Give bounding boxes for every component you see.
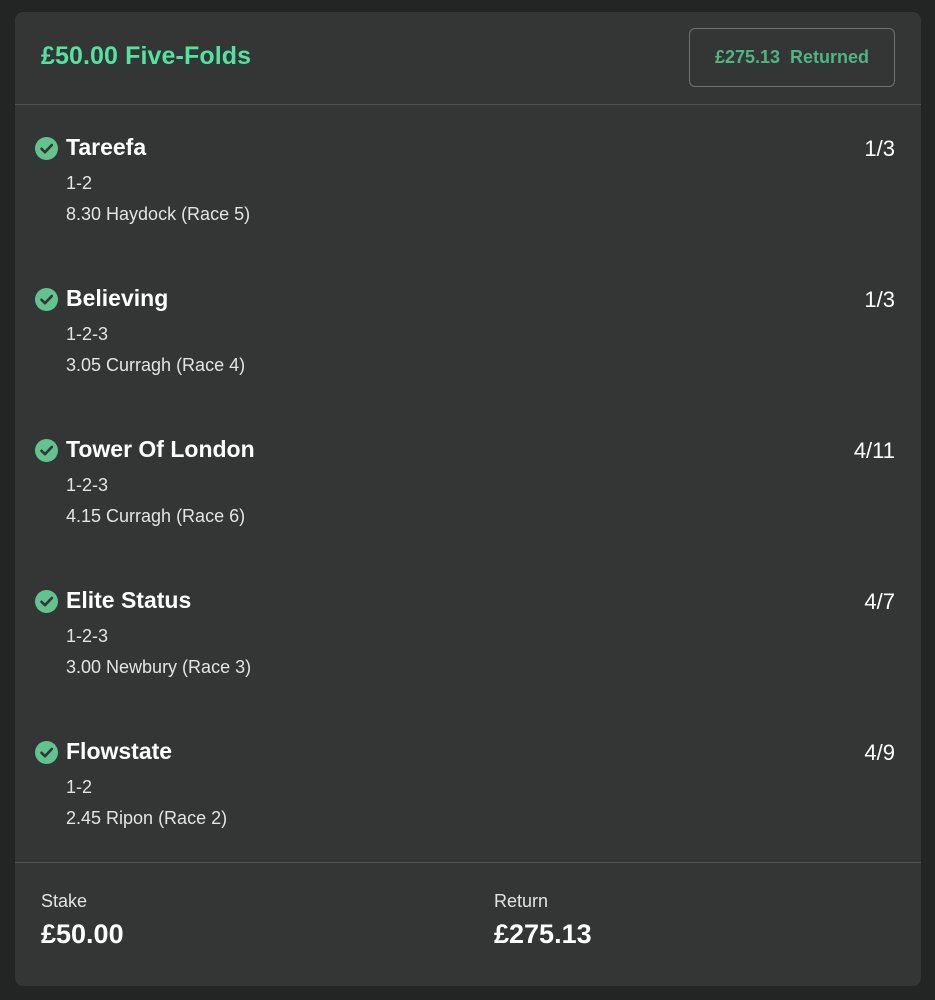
bet-footer: Stake £50.00 Return £275.13 [15, 862, 921, 987]
check-circle-icon [35, 137, 58, 160]
check-circle-icon [35, 590, 58, 613]
selection-row: Elite Status 4/7 1-2-3 3.00 Newbury (Rac… [15, 558, 921, 709]
selection-event: 8.30 Haydock (Race 5) [66, 204, 251, 224]
selection-market: 1-2-3 [66, 626, 109, 646]
returned-amount: £275.13 [714, 47, 781, 67]
stake-summary: Stake £50.00 [41, 891, 124, 950]
selection-odds: 1/3 [864, 287, 895, 312]
selection-row: Tareefa 1/3 1-2 8.30 Haydock (Race 5) [15, 105, 921, 256]
bet-header: £50.00 Five-Folds £275.13 Returned [15, 12, 921, 105]
check-circle-icon [35, 439, 58, 462]
selection-market: 1-2 [66, 777, 93, 797]
selection-odds: 1/3 [864, 136, 895, 161]
selection-market: 1-2 [66, 173, 93, 193]
selection-name: Elite Status [66, 587, 192, 613]
selection-name: Tower Of London [66, 436, 255, 462]
selection-odds: 4/9 [864, 740, 895, 765]
selection-event: 3.05 Curragh (Race 4) [66, 355, 246, 375]
selection-row: Tower Of London 4/11 1-2-3 4.15 Curragh … [15, 407, 921, 558]
returned-label: Returned [790, 47, 870, 67]
selections-list: Tareefa 1/3 1-2 8.30 Haydock (Race 5) Be… [15, 105, 921, 860]
selection-event: 3.00 Newbury (Race 3) [66, 657, 252, 677]
stake-value: £50.00 [41, 919, 124, 949]
selection-name: Tareefa [66, 134, 147, 160]
selection-odds: 4/11 [853, 438, 895, 463]
selection-name: Believing [66, 285, 169, 311]
return-summary: Return £275.13 [494, 891, 592, 950]
selection-name: Flowstate [66, 738, 173, 764]
returned-badge: £275.13 Returned [689, 28, 895, 87]
selection-row: Believing 1/3 1-2-3 3.05 Curragh (Race 4… [15, 256, 921, 407]
check-circle-icon [35, 741, 58, 764]
return-label: Return [494, 891, 549, 911]
return-value: £275.13 [494, 919, 592, 949]
bet-card: £50.00 Five-Folds £275.13 Returned Taree… [15, 12, 921, 986]
selection-event: 4.15 Curragh (Race 6) [66, 506, 246, 526]
selection-odds: 4/7 [864, 589, 895, 614]
selection-market: 1-2-3 [66, 324, 109, 344]
selection-market: 1-2-3 [66, 475, 109, 495]
bet-title: £50.00 Five-Folds [41, 42, 252, 70]
check-circle-icon [35, 288, 58, 311]
selection-row: Flowstate 4/9 1-2 2.45 Ripon (Race 2) [15, 709, 921, 860]
stake-label: Stake [41, 891, 88, 911]
selection-event: 2.45 Ripon (Race 2) [66, 808, 228, 828]
